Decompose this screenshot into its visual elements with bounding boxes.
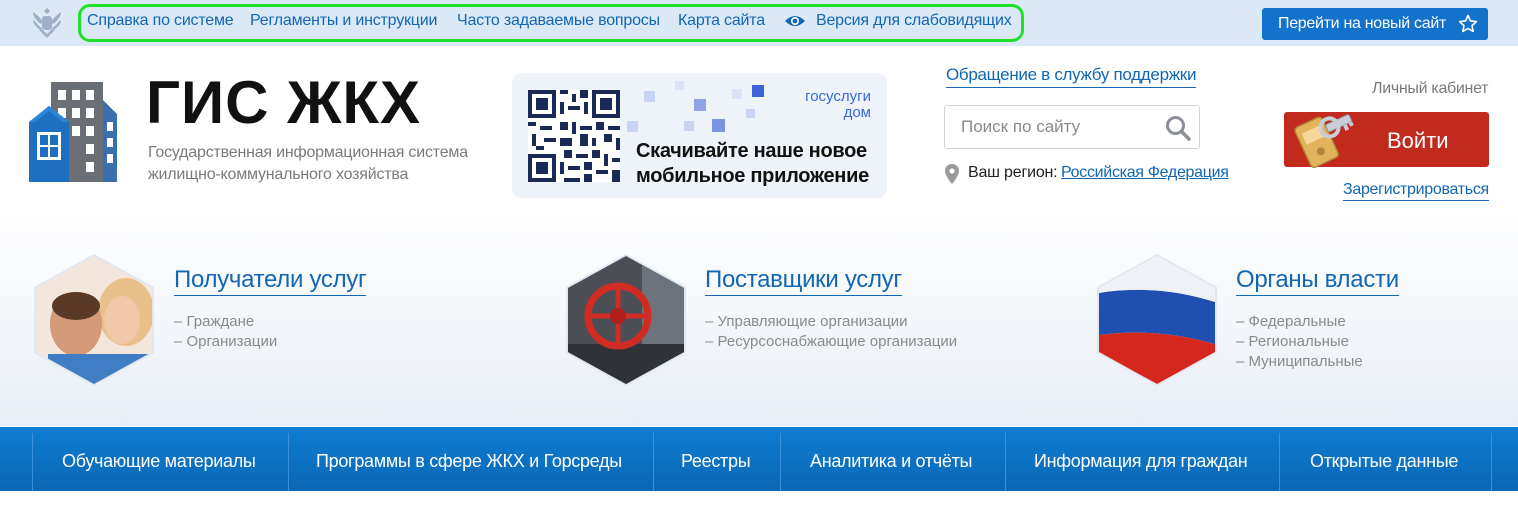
recipients-citizens[interactable]: – Граждане (174, 313, 254, 330)
regulations-link[interactable]: Регламенты и инструкции (250, 12, 437, 30)
search-input[interactable] (961, 117, 1161, 137)
new-site-label: Перейти на новый сайт (1278, 15, 1447, 32)
brand-line1: госуслуги (805, 88, 871, 105)
providers-resource[interactable]: – Ресурсоснабжающие организации (705, 333, 957, 350)
key-icon (1294, 114, 1354, 169)
search-icon[interactable] (1165, 115, 1191, 141)
promo-decor (752, 85, 764, 97)
nav-separator (1491, 433, 1492, 491)
location-pin-icon (945, 164, 959, 184)
region-label: Ваш регион: (968, 164, 1058, 181)
gosuslugi-dom-brand: госуслуги дом (805, 89, 871, 121)
authorities-federal[interactable]: – Федеральные (1236, 313, 1346, 330)
accessibility-link[interactable]: Версия для слабовидящих (816, 12, 1012, 30)
mobile-app-promo[interactable]: госуслуги дом Скачивайте наше новое моби… (512, 73, 887, 198)
top-bar: Справка по системе Регламенты и инструкц… (0, 0, 1518, 46)
promo-text: Скачивайте наше новое мобильное приложен… (636, 139, 869, 189)
nav-label: Информация для граждан (1034, 451, 1248, 471)
promo-decor (746, 109, 755, 118)
star-icon (1458, 14, 1478, 33)
new-site-button[interactable]: Перейти на новый сайт (1262, 8, 1488, 40)
authorities-photo[interactable] (1093, 254, 1221, 386)
nav-label: Аналитика и отчёты (810, 451, 973, 471)
recipients-title[interactable]: Получатели услуг (174, 266, 367, 296)
promo-decor (644, 91, 655, 102)
promo-decor (712, 119, 725, 132)
authorities-title[interactable]: Органы власти (1236, 266, 1399, 296)
authorities-municipal[interactable]: – Муниципальные (1236, 353, 1363, 370)
nav-label: Обучающие материалы (62, 451, 256, 471)
site-search (944, 105, 1200, 149)
sitemap-link[interactable]: Карта сайта (678, 12, 765, 30)
nav-separator (653, 433, 654, 491)
audience-section: Получатели услуг – Граждане – Организаци… (0, 210, 1518, 426)
promo-decor (684, 121, 694, 131)
promo-line2: мобильное приложение (636, 165, 869, 187)
providers-title[interactable]: Поставщики услуг (705, 266, 902, 296)
faq-link[interactable]: Часто задаваемые вопросы (457, 12, 660, 30)
cabinet-label: Личный кабинет (1372, 80, 1489, 97)
promo-decor (732, 89, 742, 99)
main-nav: Обучающие материалы Программы в сфере ЖК… (0, 427, 1518, 491)
promo-line1: Скачивайте наше новое (636, 140, 867, 162)
nav-separator (1279, 433, 1280, 491)
login-label: Войти (1387, 128, 1449, 153)
qr-code-icon (528, 90, 620, 182)
nav-separator (32, 433, 33, 491)
nav-label: Открытые данные (1310, 451, 1459, 471)
nav-separator (780, 433, 781, 491)
recipients-photo[interactable] (30, 254, 158, 386)
logo-subtitle-line1: Государственная информационная система (148, 144, 468, 161)
recipients-organizations[interactable]: – Организации (174, 333, 277, 350)
logo-title: ГИС ЖКХ (146, 69, 422, 136)
promo-decor (694, 99, 706, 111)
authorities-regional[interactable]: – Региональные (1236, 333, 1349, 350)
promo-decor (675, 81, 684, 90)
logo-subtitle: Государственная информационная система ж… (148, 142, 468, 186)
nav-separator (288, 433, 289, 491)
emblem-icon (33, 8, 61, 38)
nav-label: Программы в сфере ЖКХ и Горсреды (316, 451, 622, 471)
help-link[interactable]: Справка по системе (87, 12, 234, 30)
eye-icon (785, 16, 805, 26)
register-link[interactable]: Зарегистрироваться (1343, 181, 1489, 201)
promo-decor (627, 121, 638, 132)
logo-subtitle-line2: жилищно-коммунального хозяйства (148, 166, 409, 183)
logo-icon (29, 82, 117, 182)
nav-label: Реестры (681, 451, 751, 471)
support-link[interactable]: Обращение в службу поддержки (946, 65, 1196, 88)
nav-separator (1005, 433, 1006, 491)
brand-line2: дом (843, 104, 871, 121)
providers-management[interactable]: – Управляющие организации (705, 313, 908, 330)
providers-photo[interactable] (562, 254, 690, 386)
region-link[interactable]: Российская Федерация (1061, 164, 1229, 182)
